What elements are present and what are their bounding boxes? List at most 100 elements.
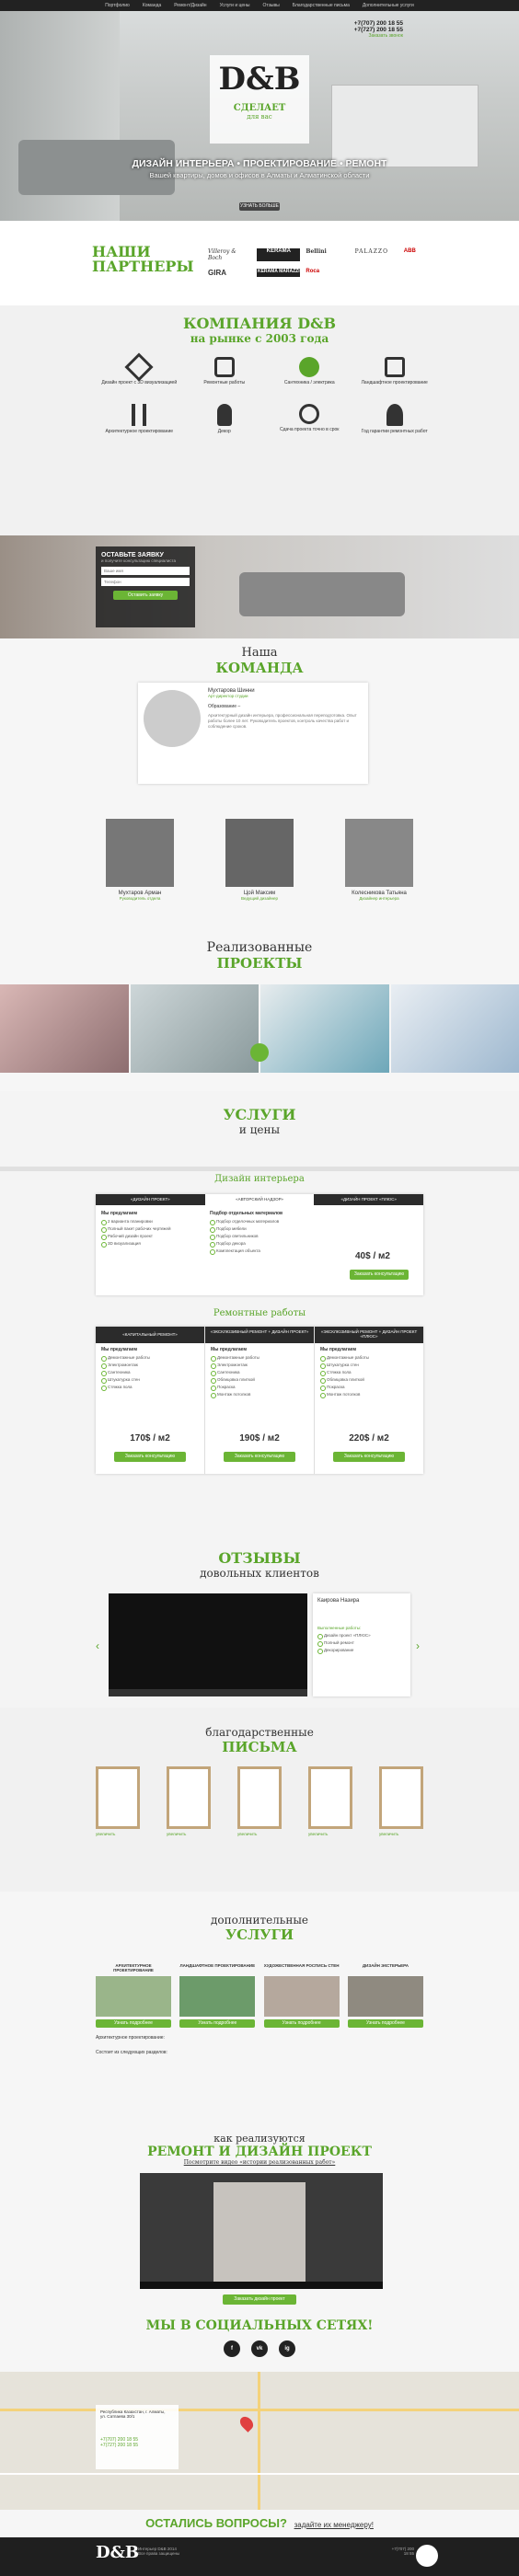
zoom-link[interactable]: увеличить — [96, 1832, 140, 1836]
developer-logo-icon[interactable] — [416, 2545, 438, 2567]
consult-button[interactable]: Заказать консультацию — [114, 1452, 186, 1462]
form-subtitle: и получите консультацию специалиста — [101, 558, 177, 563]
letter[interactable]: увеличить — [308, 1766, 352, 1836]
name-input[interactable] — [101, 567, 190, 575]
letter[interactable]: увеличить — [379, 1766, 423, 1836]
review-item: Дизайн проект «ПЛЮС» — [317, 1633, 406, 1639]
zoom-icon[interactable] — [250, 1043, 269, 1062]
repair-price: 170$ / м2 — [130, 1433, 170, 1443]
offer-item: 3D визуализация — [101, 1241, 193, 1248]
ask-manager-link[interactable]: задайте их менеджеру! — [294, 2521, 374, 2529]
callback-link[interactable]: Заказать звонок — [339, 33, 403, 39]
zoom-link[interactable]: увеличить — [379, 1832, 423, 1836]
shelf-image — [331, 85, 479, 167]
nav-item[interactable]: Портфолио — [105, 3, 130, 8]
nav-item[interactable]: Команда — [143, 3, 161, 8]
vk-icon[interactable]: vk — [251, 2340, 268, 2357]
map-section[interactable]: Республика Казахстан, г. Алматы, ул. Сат… — [0, 2372, 519, 2510]
more-button[interactable]: Узнать подробнее — [347, 2019, 423, 2028]
footer-logo: D&B — [96, 2543, 140, 2562]
next-arrow-icon[interactable]: › — [416, 1639, 420, 1652]
review-card: Каирова Назира Выполненные работы: Дизай… — [313, 1593, 410, 1696]
member-role: Дизайнер интерьера — [359, 896, 399, 901]
more-button[interactable]: Узнать подробнее — [179, 2019, 256, 2028]
more-button[interactable]: Узнать подробнее — [263, 2019, 340, 2028]
offer-item: Стяжка пола — [101, 1385, 199, 1391]
project-image[interactable] — [390, 984, 519, 1073]
nav-item[interactable]: Ремонт/Дизайн — [174, 3, 206, 8]
offer-heading: Мы предлагаем — [320, 1347, 357, 1352]
partners-section: НАШИ ПАРТНЕРЫ Villeroy & Boch KERAMA Bel… — [0, 221, 519, 305]
consult-button[interactable]: Заказать консультацию — [224, 1452, 295, 1462]
more-button[interactable]: Узнать подробнее — [96, 2019, 171, 2028]
rights: Все права защищены — [138, 2551, 180, 2556]
team-lead-card: Мухтарова Шинни Арт-директор студии Обра… — [138, 683, 368, 784]
offer-item: Сантехника — [101, 1370, 199, 1376]
partner-logo: KERAMA — [257, 248, 301, 261]
project-image[interactable] — [130, 984, 259, 1073]
letters-title-2: ПИСЬМА — [222, 1739, 297, 1755]
letter[interactable]: увеличить — [237, 1766, 282, 1836]
phone-input[interactable] — [101, 578, 190, 586]
tab-design-project[interactable]: «ДИЗАЙН ПРОЕКТ» — [96, 1194, 205, 1205]
map-pin-icon[interactable] — [237, 2414, 256, 2432]
partner-logo: KERAMA MARAZZI — [257, 269, 301, 277]
team-member: Колесникова Татьяна Дизайнер интерьера — [331, 819, 427, 901]
review-video[interactable] — [109, 1593, 307, 1696]
offer-item: Полный пакет рабочих чертежей — [101, 1226, 193, 1233]
medal-icon — [386, 404, 403, 426]
zoom-link[interactable]: увеличить — [237, 1832, 282, 1836]
facebook-icon[interactable]: f — [224, 2340, 240, 2357]
project-image[interactable] — [260, 984, 389, 1073]
repair-price: 190$ / м2 — [239, 1433, 280, 1443]
partners-title-2: ПАРТНЕРЫ — [92, 258, 194, 275]
consult-button[interactable]: Заказать консультацию — [333, 1452, 405, 1462]
column-icon — [132, 404, 147, 426]
hero-contacts: +7(707) 200 18 55 +7(727) 200 18 55 Зака… — [339, 20, 403, 39]
offer-heading: Мы предлагаем — [101, 1211, 138, 1216]
extra-title-2: УСЛУГИ — [225, 1926, 294, 1943]
video-section: как реализуются РЕМОНТ И ДИЗАЙН ПРОЕКТ П… — [0, 2131, 519, 2318]
video-controls[interactable] — [109, 1689, 307, 1696]
hero-more-button[interactable]: УЗНАТЬ БОЛЬШЕ — [239, 202, 280, 211]
nav-item[interactable]: Услуги и цены — [220, 3, 250, 8]
repair-heading: Ремонтные работы — [213, 1308, 306, 1318]
hero-cta-2: для вас — [247, 113, 272, 121]
order-design-button[interactable]: Заказать дизайн проект — [223, 2294, 296, 2305]
video-player[interactable] — [140, 2173, 383, 2289]
letter[interactable]: увеличить — [167, 1766, 211, 1836]
offer-item: Покраска — [320, 1385, 418, 1391]
nav-item[interactable]: Благодарственные письма — [293, 3, 350, 8]
instagram-icon[interactable]: ig — [279, 2340, 295, 2357]
feature: Дизайн проект с 3D визуализацией — [101, 352, 178, 385]
project-image[interactable] — [0, 984, 129, 1073]
tab-design-plus[interactable]: «ДИЗАЙН ПРОЕКТ «ПЛЮС» — [314, 1194, 424, 1205]
video-title-1: как реализуются — [213, 2133, 306, 2145]
partner-logo: GIRA — [208, 269, 226, 277]
consult-button[interactable]: Заказать консультацию — [350, 1270, 409, 1280]
feature-label: Сдача проекта точно в срок — [280, 427, 340, 432]
request-form: ОСТАВЬТЕ ЗАЯВКУ и получите консультацию … — [96, 546, 195, 627]
feature-label: Ремонтные работы — [203, 380, 246, 385]
prev-arrow-icon[interactable]: ‹ — [96, 1639, 99, 1652]
submit-request-button[interactable]: Оставить заявку — [113, 591, 178, 600]
tab-supervision[interactable]: «АВТОРСКИЙ НАДЗОР» — [204, 1194, 315, 1205]
offer-item: Демонтажные работы — [101, 1355, 199, 1362]
feature-label: Сантехника / электрика — [283, 380, 335, 385]
video-subtitle[interactable]: Посмотрите видео «истории реализованных … — [0, 2159, 519, 2166]
nav-item[interactable]: Отзывы — [262, 3, 279, 8]
clock-icon — [299, 404, 320, 424]
materials-heading: Подбор отдельных материалов — [210, 1211, 283, 1216]
partner-logo: PALAZZO — [354, 248, 388, 255]
video-controls[interactable] — [140, 2282, 383, 2289]
reviews-section: ОТЗЫВЫ довольных клиентов Каирова Назира… — [0, 1524, 519, 1708]
zoom-link[interactable]: увеличить — [167, 1832, 211, 1836]
footer-phone: +7(707) 200 18 55 — [391, 2547, 414, 2556]
letter[interactable]: увеличить — [96, 1766, 140, 1836]
design-heading: Дизайн интерьера — [214, 1174, 305, 1184]
repair-plan: «КАПИТАЛЬНЫЙ РЕМОНТ» Мы предлагаем Демон… — [96, 1327, 205, 1474]
zoom-link[interactable]: увеличить — [308, 1832, 352, 1836]
nav-item[interactable]: Дополнительные услуги — [363, 3, 414, 8]
letters-grid: увеличить увеличить увеличить увеличить … — [96, 1766, 423, 1836]
hero-logo-box: D&B СДЕЛАЕТ для вас — [210, 55, 309, 144]
